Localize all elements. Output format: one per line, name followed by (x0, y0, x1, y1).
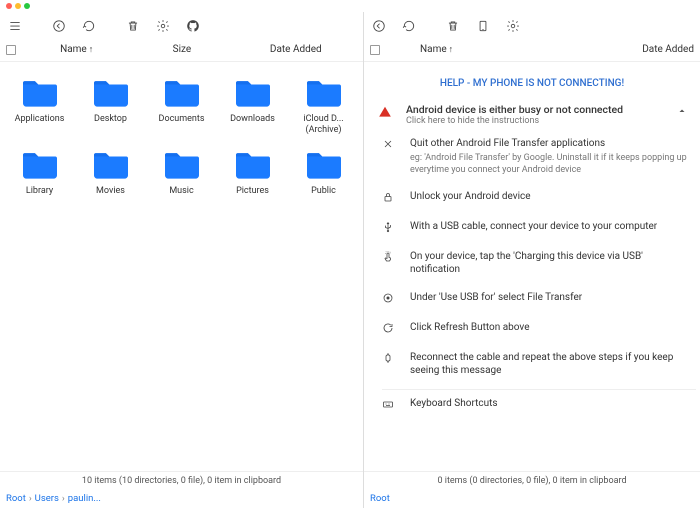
menu-button[interactable] (6, 17, 24, 35)
folder-icon (89, 148, 133, 182)
close-icon (382, 137, 396, 153)
usb-icon (382, 220, 396, 236)
folder-item[interactable]: Library (4, 142, 75, 203)
alert-subtitle: Click here to hide the instructions (406, 116, 664, 126)
pane-local: Name↑ Size Date Added Applications Deskt… (0, 12, 364, 508)
titlebar (0, 0, 700, 12)
col-name[interactable]: Name↑ (24, 44, 129, 55)
close-window-button[interactable] (6, 3, 12, 9)
step-text: On your device, tap the 'Charging this d… (410, 250, 690, 277)
delete-button[interactable] (444, 17, 462, 35)
instruction-step: Unlock your Android device (368, 183, 696, 213)
minimize-window-button[interactable] (15, 3, 21, 9)
status-right: 0 items (0 directories, 0 file), 0 item … (364, 471, 700, 490)
folder-icon (18, 76, 62, 110)
storage-button[interactable] (474, 17, 492, 35)
folder-icon (231, 76, 275, 110)
instructions-panel: HELP - MY PHONE IS NOT CONNECTING! Andro… (364, 62, 700, 471)
back-button[interactable] (50, 17, 68, 35)
back-button[interactable] (370, 17, 388, 35)
breadcrumb-segment[interactable]: Root (6, 493, 26, 504)
folder-label: Public (311, 186, 336, 197)
instruction-step: Under 'Use USB for' select File Transfer (368, 284, 696, 314)
settings-button[interactable] (154, 17, 172, 35)
breadcrumb-left[interactable]: Root›Users›paulin... (0, 490, 363, 508)
breadcrumb-segment[interactable]: Root (370, 493, 390, 504)
step-text: Under 'Use USB for' select File Transfer (410, 291, 690, 305)
chevron-up-icon (676, 103, 690, 120)
column-header-left: Name↑ Size Date Added (0, 40, 363, 62)
folder-item[interactable]: Public (288, 142, 359, 203)
select-all-checkbox[interactable] (6, 45, 16, 55)
col-date[interactable]: Date Added (485, 44, 694, 55)
folder-item[interactable]: Music (146, 142, 217, 203)
status-left: 10 items (10 directories, 0 file), 0 ite… (0, 471, 363, 490)
instruction-step: On your device, tap the 'Charging this d… (368, 243, 696, 284)
folder-item[interactable]: Desktop (75, 70, 146, 142)
folder-label: Pictures (236, 186, 269, 197)
folder-item[interactable]: Downloads (217, 70, 288, 142)
select-all-checkbox[interactable] (370, 45, 380, 55)
folder-item[interactable]: iCloud D... (Archive) (288, 70, 359, 142)
refresh-button[interactable] (400, 17, 418, 35)
step-text: Quit other Android File Transfer applica… (410, 137, 690, 176)
github-icon[interactable] (184, 17, 202, 35)
folder-grid: Applications Desktop Documents Downloads… (0, 62, 363, 471)
breadcrumb-segment[interactable]: paulin... (68, 493, 101, 504)
toolbar-left (0, 12, 363, 40)
folder-icon (231, 148, 275, 182)
refresh-button[interactable] (80, 17, 98, 35)
radio-icon (382, 291, 396, 307)
instruction-step: Reconnect the cable and repeat the above… (368, 344, 696, 385)
folder-label: Movies (96, 186, 125, 197)
folder-label: Applications (15, 114, 65, 125)
folder-label: Library (26, 186, 53, 197)
folder-icon (89, 76, 133, 110)
step-text: With a USB cable, connect your device to… (410, 220, 690, 234)
folder-icon (160, 148, 204, 182)
delete-button[interactable] (124, 17, 142, 35)
column-header-right: Name↑ Date Added (364, 40, 700, 62)
folder-item[interactable]: Pictures (217, 142, 288, 203)
settings-button[interactable] (504, 17, 522, 35)
folder-item[interactable]: Movies (75, 142, 146, 203)
help-link[interactable]: HELP - MY PHONE IS NOT CONNECTING! (368, 68, 696, 99)
folder-label: Music (169, 186, 193, 197)
breadcrumb-segment[interactable]: Users (35, 493, 59, 504)
pane-device: Name↑ Date Added HELP - MY PHONE IS NOT … (364, 12, 700, 508)
lock-icon (382, 190, 396, 206)
folder-icon (302, 148, 346, 182)
folder-icon (302, 76, 346, 110)
instruction-step: Click Refresh Button above (368, 314, 696, 344)
alert-header[interactable]: Android device is either busy or not con… (368, 99, 696, 130)
col-size[interactable]: Size (129, 44, 234, 55)
step-text: Click Refresh Button above (410, 321, 690, 335)
zoom-window-button[interactable] (24, 3, 30, 9)
folder-icon (18, 148, 62, 182)
folder-label: Documents (159, 114, 205, 125)
step-text: Reconnect the cable and repeat the above… (410, 351, 690, 378)
toolbar-right (364, 12, 700, 40)
col-date[interactable]: Date Added (235, 44, 357, 55)
warning-icon (378, 103, 394, 122)
instruction-step: With a USB cable, connect your device to… (368, 213, 696, 243)
folder-label: Downloads (230, 114, 275, 125)
keyboard-shortcuts-row[interactable]: Keyboard Shortcuts (368, 390, 696, 420)
col-name[interactable]: Name↑ (388, 44, 485, 55)
tap-icon (382, 250, 396, 266)
step-text: Unlock your Android device (410, 190, 690, 204)
folder-icon (160, 76, 204, 110)
instruction-step: Quit other Android File Transfer applica… (368, 130, 696, 183)
alert-title: Android device is either busy or not con… (406, 103, 664, 116)
refresh-icon (382, 321, 396, 337)
keyboard-icon (382, 397, 396, 413)
watch-icon (382, 351, 396, 367)
folder-item[interactable]: Applications (4, 70, 75, 142)
folder-label: Desktop (94, 114, 127, 125)
breadcrumb-right[interactable]: Root (364, 490, 700, 508)
folder-label: iCloud D... (Archive) (290, 114, 357, 136)
folder-item[interactable]: Documents (146, 70, 217, 142)
